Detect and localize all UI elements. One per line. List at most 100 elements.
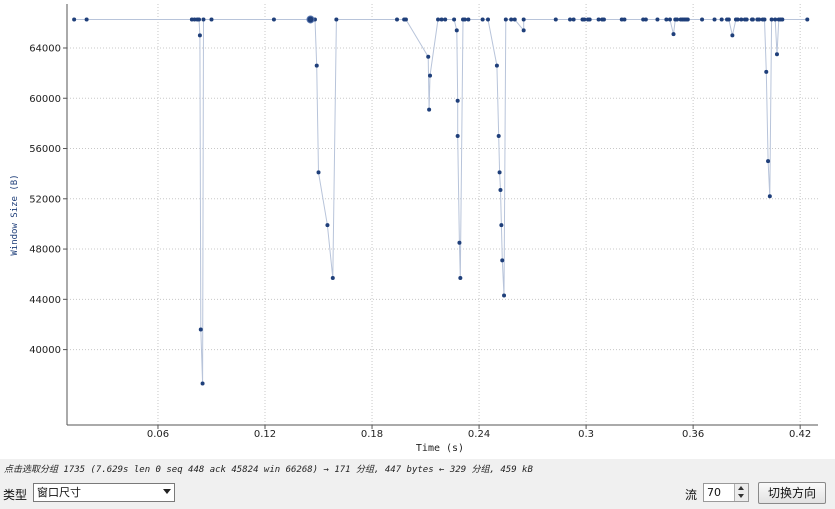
data-point <box>84 17 89 22</box>
data-point <box>568 17 573 22</box>
data-point <box>201 17 206 22</box>
data-point <box>403 17 408 22</box>
data-point <box>596 17 601 22</box>
data-point <box>719 17 724 22</box>
data-point <box>428 73 433 78</box>
series-line <box>74 19 808 384</box>
data-point <box>443 17 448 22</box>
data-point <box>325 223 330 228</box>
data-point <box>685 17 690 22</box>
data-point <box>655 17 660 22</box>
data-point <box>726 17 731 22</box>
data-point <box>72 17 77 22</box>
x-tick-label: 0.18 <box>361 429 383 440</box>
stream-value[interactable]: 70 <box>707 486 721 499</box>
data-point <box>512 17 517 22</box>
type-select-value: 窗口尺寸 <box>37 486 81 499</box>
y-tick-label: 40000 <box>29 345 61 356</box>
status-bar: 点击选取分组 1735 (7.629s len 0 seq 448 ack 45… <box>4 465 533 475</box>
data-point <box>426 54 431 59</box>
data-point <box>667 17 672 22</box>
x-tick-label: 0.42 <box>789 429 811 440</box>
data-point <box>200 381 205 386</box>
spin-down-icon[interactable] <box>738 494 744 498</box>
data-point <box>458 275 463 280</box>
data-point <box>521 17 526 22</box>
data-point <box>496 133 501 138</box>
series-polyline <box>74 19 808 384</box>
type-label: 类型 <box>3 488 28 502</box>
data-point <box>502 293 507 298</box>
window-size-plot[interactable]: 0.06 0.12 0.18 0.24 0.3 0.36 0.42 40000 44000 480… <box>0 0 835 459</box>
data-point <box>582 17 587 22</box>
spin-buttons[interactable] <box>734 484 748 501</box>
data-point <box>198 327 203 332</box>
data-point <box>664 17 669 22</box>
stream-spinbox[interactable]: 70 <box>703 483 749 502</box>
data-point <box>730 33 735 38</box>
data-point <box>500 258 505 263</box>
data-point <box>494 63 499 68</box>
x-tick-label: 0.3 <box>578 429 594 440</box>
data-point <box>455 98 460 103</box>
data-point <box>735 17 740 22</box>
x-tick-label: 0.12 <box>254 429 276 440</box>
data-point <box>780 17 785 22</box>
data-point <box>762 17 767 22</box>
data-point <box>553 17 558 22</box>
data-point <box>395 17 400 22</box>
data-point <box>587 17 592 22</box>
data-point <box>643 17 648 22</box>
data-point <box>503 17 508 22</box>
data-point <box>774 52 779 57</box>
data-point <box>744 17 749 22</box>
data-point <box>197 33 202 38</box>
data-point <box>498 187 503 192</box>
data-point <box>521 28 526 33</box>
selected-point <box>306 15 315 24</box>
y-tick-label: 56000 <box>29 144 61 155</box>
y-tick-label: 60000 <box>29 94 61 105</box>
x-axis-title: Time (s) <box>416 443 464 454</box>
data-point <box>436 17 441 22</box>
data-point <box>485 17 490 22</box>
plot-area[interactable]: 0.06 0.12 0.18 0.24 0.3 0.36 0.42 40000 44000 480… <box>0 0 835 459</box>
data-point <box>330 275 335 280</box>
spin-up-icon[interactable] <box>738 486 744 490</box>
data-point <box>466 17 471 22</box>
grid-lines <box>67 4 818 425</box>
y-tick-label: 48000 <box>29 245 61 256</box>
data-point <box>700 17 705 22</box>
type-select[interactable]: 窗口尺寸 <box>33 483 175 502</box>
data-point <box>197 17 202 22</box>
data-point <box>805 17 810 22</box>
data-point <box>766 159 771 164</box>
stream-label: 流 <box>685 488 698 502</box>
switch-direction-button[interactable]: 切换方向 <box>758 482 826 504</box>
x-tick-label: 0.06 <box>147 429 169 440</box>
data-point <box>571 17 576 22</box>
data-point <box>480 17 485 22</box>
data-point <box>499 223 504 228</box>
data-point <box>462 17 467 22</box>
data-point <box>209 17 214 22</box>
data-point <box>454 28 459 33</box>
chevron-down-icon[interactable] <box>163 489 171 494</box>
series-points <box>72 15 810 386</box>
y-axis-title: Window Size (B) <box>10 174 20 255</box>
data-point <box>509 17 514 22</box>
data-point <box>712 17 717 22</box>
data-point <box>757 17 762 22</box>
data-point <box>622 17 627 22</box>
data-point <box>739 17 744 22</box>
data-point <box>334 17 339 22</box>
data-point <box>675 17 680 22</box>
data-point <box>497 170 502 175</box>
data-point <box>671 32 676 37</box>
y-tick-label: 52000 <box>29 194 61 205</box>
data-point <box>457 240 462 245</box>
data-point <box>316 170 321 175</box>
data-point <box>773 17 778 22</box>
x-tick-label: 0.36 <box>682 429 704 440</box>
data-point <box>750 17 755 22</box>
